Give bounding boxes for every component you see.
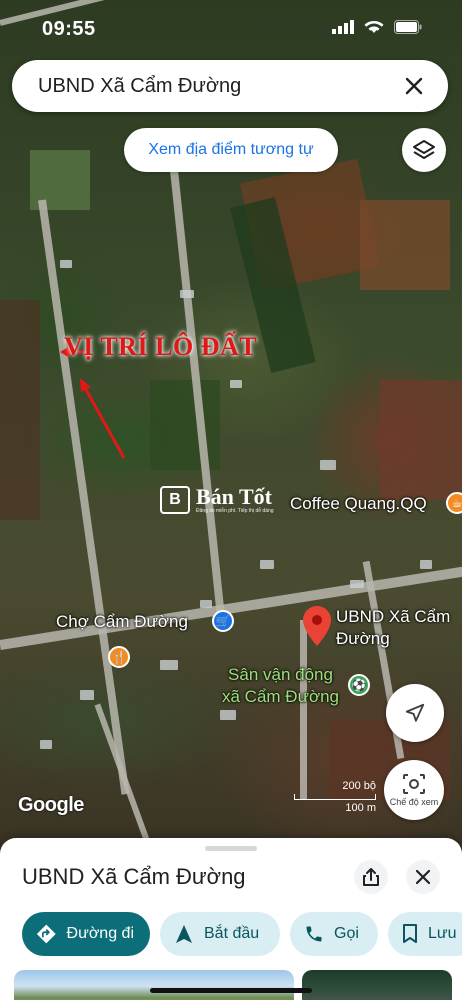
close-sheet-button[interactable] (406, 860, 440, 894)
restaurant-icon[interactable]: 🍴 (108, 646, 130, 668)
call-button[interactable]: Gọi (290, 912, 378, 956)
view-similar-places-button[interactable]: Xem địa điểm tương tự (124, 128, 338, 172)
directions-button[interactable]: Đường đi (22, 912, 150, 956)
bantot-watermark: B Bán Tốt Đăng tin miễn phí. Tiếp thị dễ… (160, 486, 274, 514)
stadium-icon[interactable]: ⚽ (348, 674, 370, 696)
home-indicator[interactable] (150, 988, 312, 993)
place-photo[interactable] (14, 970, 294, 1000)
phone-icon (306, 926, 322, 942)
poi-market-label[interactable]: Chợ Cẩm Đường (56, 612, 188, 632)
status-bar: 09:55 (0, 10, 462, 46)
status-time: 09:55 (42, 18, 96, 40)
place-photo[interactable] (302, 970, 452, 1000)
scale-bar (294, 794, 376, 800)
wifi-icon (364, 20, 384, 33)
poi-coffee-label[interactable]: Coffee Quang.QQ (290, 494, 427, 514)
bantot-logo-icon: B (160, 486, 190, 514)
status-icons (332, 20, 422, 34)
watermark-title: Bán Tốt (196, 484, 273, 509)
sheet-drag-handle[interactable] (205, 846, 257, 851)
close-icon (416, 870, 430, 884)
poi-ubnd-line2: Đường (336, 629, 390, 648)
navigation-arrow-icon (405, 703, 425, 722)
start-navigation-icon (176, 925, 192, 943)
share-icon (363, 868, 379, 886)
place-title: UBND Xã Cẩm Đường (22, 864, 246, 889)
place-bottom-sheet[interactable]: UBND Xã Cẩm Đường Đường đi Bắt đầu Gọi L… (0, 838, 462, 1000)
poi-stadium-line2: xã Cẩm Đường (222, 687, 340, 706)
poi-ubnd-label[interactable]: UBND Xã Cẩm Đường (336, 606, 450, 650)
search-bar[interactable]: UBND Xã Cẩm Đường (12, 60, 448, 112)
search-query[interactable]: UBND Xã Cẩm Đường (38, 75, 400, 98)
land-location-annotation: VỊ TRÍ LÔ ĐẤT (64, 332, 258, 361)
scale-bottom-label: 100 m (345, 802, 376, 814)
map-scale: 200 bộ 100 m (294, 780, 376, 814)
view-mode-button[interactable]: Chế độ xem (384, 760, 444, 820)
view-mode-label: Chế độ xem (389, 797, 439, 807)
layers-icon (413, 140, 435, 159)
call-label: Gọi (334, 925, 359, 942)
poi-stadium-line1: Sân vận động (228, 665, 333, 684)
save-button[interactable]: Lưu (388, 912, 462, 956)
battery-icon (394, 20, 422, 34)
coffee-poi-icon[interactable]: ☕ (446, 492, 462, 514)
share-button[interactable] (354, 860, 388, 894)
poi-stadium-label[interactable]: Sân vận động xã Cẩm Đường (222, 664, 339, 708)
signal-icon (332, 20, 354, 34)
google-logo: Google (18, 794, 84, 816)
action-chips: Đường đi Bắt đầu Gọi Lưu (22, 912, 462, 956)
save-label: Lưu (428, 925, 457, 942)
directions-icon (36, 924, 56, 944)
shopping-cart-icon[interactable]: 🛒 (212, 610, 234, 632)
start-button[interactable]: Bắt đầu (160, 912, 280, 956)
camera-view-icon (403, 774, 425, 794)
start-label: Bắt đầu (204, 925, 260, 942)
bookmark-icon (403, 924, 417, 943)
directions-label: Đường đi (66, 925, 134, 942)
poi-ubnd-line1: UBND Xã Cẩm (336, 607, 451, 626)
layers-button[interactable] (402, 128, 446, 172)
watermark-subtitle: Đăng tin miễn phí. Tiếp thị dễ dàng (196, 508, 274, 514)
search-close-icon[interactable] (400, 72, 428, 100)
my-location-button[interactable] (386, 684, 444, 742)
scale-top-label: 200 bộ (342, 780, 376, 792)
photo-strip[interactable] (14, 970, 452, 1000)
location-pin-icon[interactable] (303, 606, 331, 646)
